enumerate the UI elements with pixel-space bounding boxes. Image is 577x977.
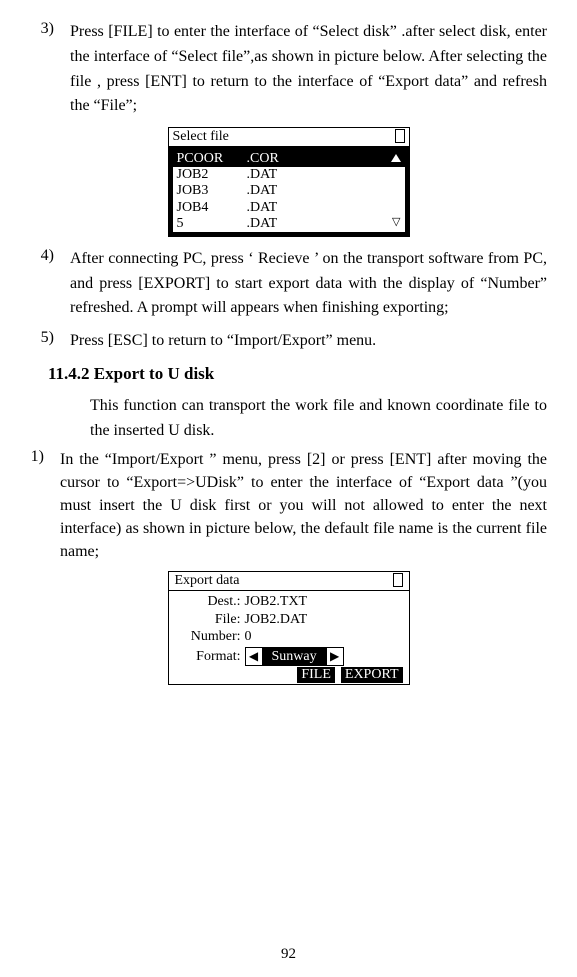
step-4-marker: 4) [30,247,70,321]
step-3: 3) Press [FILE] to enter the interface o… [30,20,547,119]
file-button[interactable]: FILE [297,667,335,683]
select-file-box: Select file PCOOR .COR JOB2 .DAT JOB3 .D… [168,127,410,237]
select-file-title: Select file [173,129,229,145]
number-label: Number: [175,628,245,646]
format-prev-icon[interactable]: ◀ [246,649,262,664]
file-row-selected[interactable]: PCOOR .COR [173,151,405,167]
file-name: 5 [177,216,247,232]
step-5: 5) Press [ESC] to return to “Import/Expo… [30,329,547,354]
dest-row: Dest.: JOB2.TXT [175,593,403,611]
number-value: 0 [245,628,403,646]
export-footer: FILE EXPORT [175,666,403,684]
file-ext: .DAT [247,216,387,232]
number-row: Number: 0 [175,628,403,646]
step-5-marker: 5) [30,329,70,354]
select-file-figure: Select file PCOOR .COR JOB2 .DAT JOB3 .D… [30,127,547,237]
file-name: JOB3 [177,183,247,199]
step-3-marker: 3) [30,20,70,119]
file-value: JOB2.DAT [245,611,403,629]
dest-label: Dest.: [175,593,245,611]
file-name: PCOOR [177,151,247,167]
scroll-up-icon [387,151,401,167]
file-row: File: JOB2.DAT [175,611,403,629]
export-data-box: Export data Dest.: JOB2.TXT File: JOB2.D… [168,571,410,685]
export-data-body: Dest.: JOB2.TXT File: JOB2.DAT Number: 0… [169,591,409,684]
file-name: JOB2 [177,167,247,183]
select-file-titlebar: Select file [169,128,409,147]
battery-icon [395,129,405,143]
step-3-text: Press [FILE] to enter the interface of “… [70,20,547,119]
scroll-down-icon: ▽ [387,216,401,232]
page-number: 92 [0,946,577,963]
file-row[interactable]: JOB3 .DAT [173,183,405,199]
battery-icon [393,573,403,587]
step-1b-text: In the “Import/Export ” menu, press [2] … [60,448,547,564]
dest-value: JOB2.TXT [245,593,403,611]
step-1b-marker: 1) [30,448,60,564]
page: 3) Press [FILE] to enter the interface o… [0,0,577,977]
format-value: Sunway [262,648,327,666]
select-file-list: PCOOR .COR JOB2 .DAT JOB3 .DAT JOB4 .DAT [169,147,409,235]
format-selector[interactable]: ◀ Sunway ▶ [245,647,344,667]
section-heading: 11.4.2 Export to U disk [48,364,547,384]
file-label: File: [175,611,245,629]
step-4: 4) After connecting PC, press ‘ Recieve … [30,247,547,321]
step-4-text: After connecting PC, press ‘ Recieve ’ o… [70,247,547,321]
file-ext: .DAT [247,167,387,183]
file-ext: .DAT [247,200,387,216]
step-5-text: Press [ESC] to return to “Import/Export”… [70,329,547,354]
step-1b: 1) In the “Import/Export ” menu, press [… [30,448,547,564]
format-row: Format: ◀ Sunway ▶ [175,647,403,667]
file-row[interactable]: 5 .DAT ▽ [173,216,405,232]
file-ext: .DAT [247,183,387,199]
file-ext: .COR [247,151,387,167]
file-row[interactable]: JOB2 .DAT [173,167,405,183]
section-intro: This function can transport the work fil… [90,394,547,444]
file-row[interactable]: JOB4 .DAT [173,200,405,216]
format-next-icon[interactable]: ▶ [327,649,343,664]
export-data-titlebar: Export data [169,572,409,591]
export-data-figure: Export data Dest.: JOB2.TXT File: JOB2.D… [30,571,547,685]
export-data-title: Export data [175,573,240,589]
export-button[interactable]: EXPORT [341,667,403,683]
format-label: Format: [175,648,245,666]
file-name: JOB4 [177,200,247,216]
